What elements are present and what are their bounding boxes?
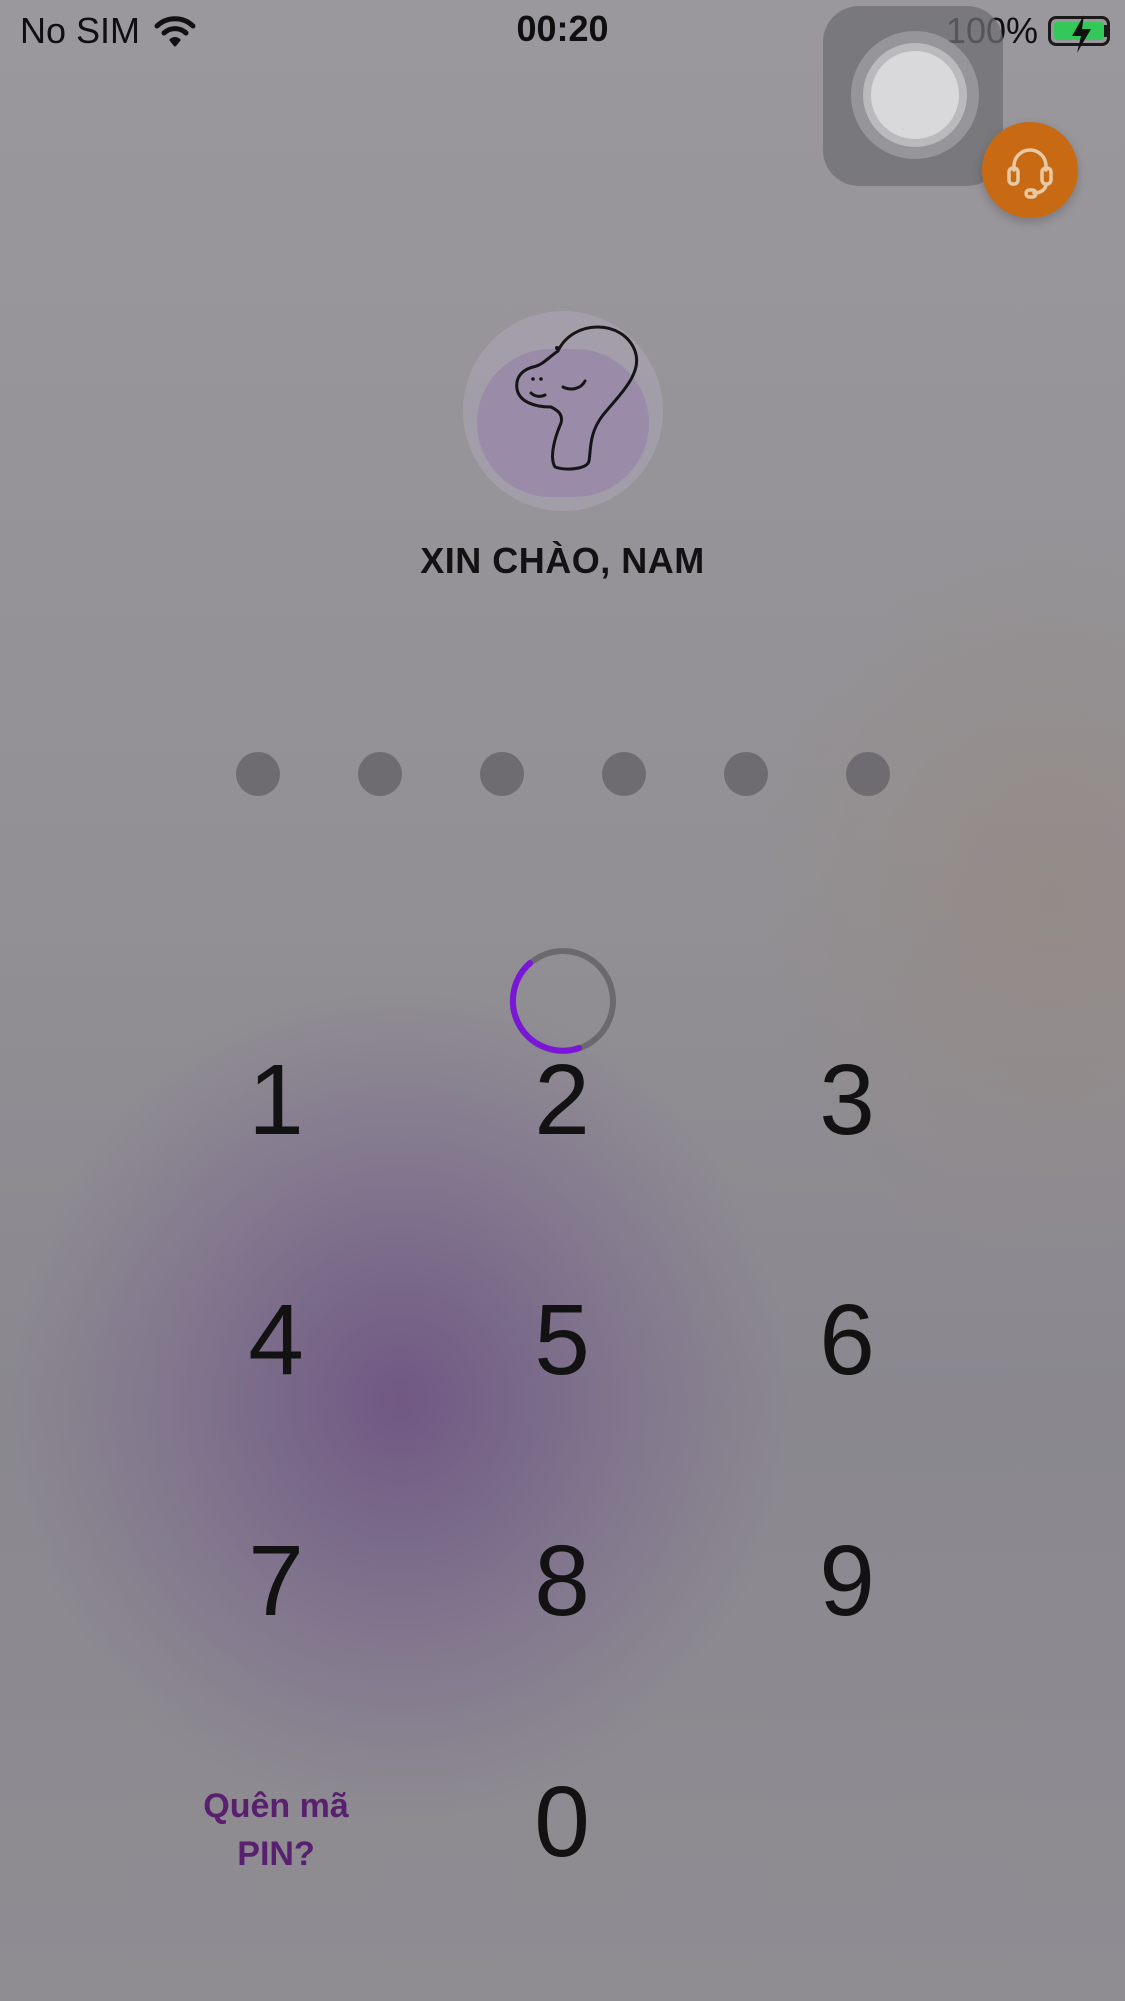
- pin-dot: [480, 752, 524, 796]
- dinosaur-icon: [515, 325, 639, 471]
- forgot-pin-line1: Quên mã: [203, 1787, 349, 1825]
- keypad-key-1[interactable]: 1: [176, 1040, 376, 1160]
- forgot-pin-link[interactable]: Quên mã PIN?: [176, 1782, 376, 1878]
- headset-icon: [1007, 148, 1053, 199]
- pin-dot: [358, 752, 402, 796]
- keypad-key-9[interactable]: 9: [747, 1521, 947, 1641]
- greeting-title: XIN CHÀO, NAM: [420, 540, 705, 581]
- keypad-key-0[interactable]: 0: [462, 1762, 662, 1882]
- keypad-key-5[interactable]: 5: [462, 1280, 662, 1400]
- pin-dot: [724, 752, 768, 796]
- battery-icon: [1048, 15, 1110, 53]
- keypad-key-2[interactable]: 2: [462, 1040, 662, 1160]
- pin-dot: [846, 752, 890, 796]
- keypad-key-6[interactable]: 6: [747, 1280, 947, 1400]
- pin-indicator: [236, 752, 890, 796]
- keypad-key-8[interactable]: 8: [462, 1521, 662, 1641]
- forgot-pin-line2: PIN?: [237, 1835, 315, 1873]
- keypad-key-3[interactable]: 3: [747, 1040, 947, 1160]
- assistive-touch-button[interactable]: [823, 6, 1003, 186]
- avatar: [463, 311, 663, 511]
- keypad-key-7[interactable]: 7: [176, 1521, 376, 1641]
- pin-dot: [236, 752, 280, 796]
- pin-dot: [602, 752, 646, 796]
- support-button[interactable]: [982, 122, 1078, 218]
- keypad-key-4[interactable]: 4: [176, 1280, 376, 1400]
